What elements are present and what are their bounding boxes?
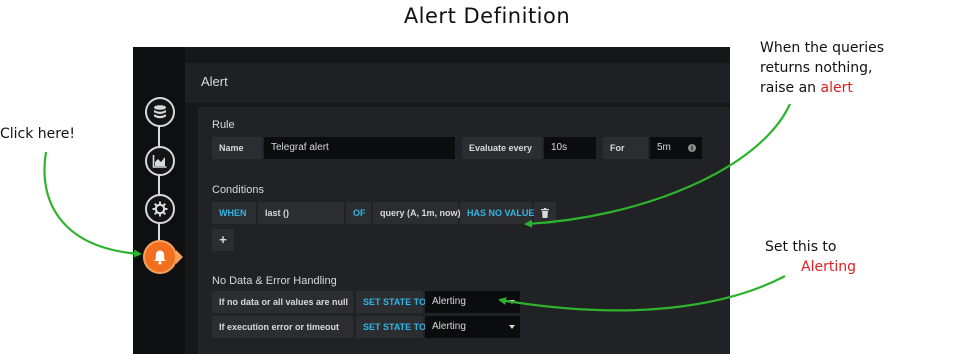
annotation-arrows xyxy=(43,103,792,312)
click-here-arrow xyxy=(43,151,142,258)
queries-arrow xyxy=(524,103,792,228)
alerting-arrow xyxy=(498,275,786,312)
